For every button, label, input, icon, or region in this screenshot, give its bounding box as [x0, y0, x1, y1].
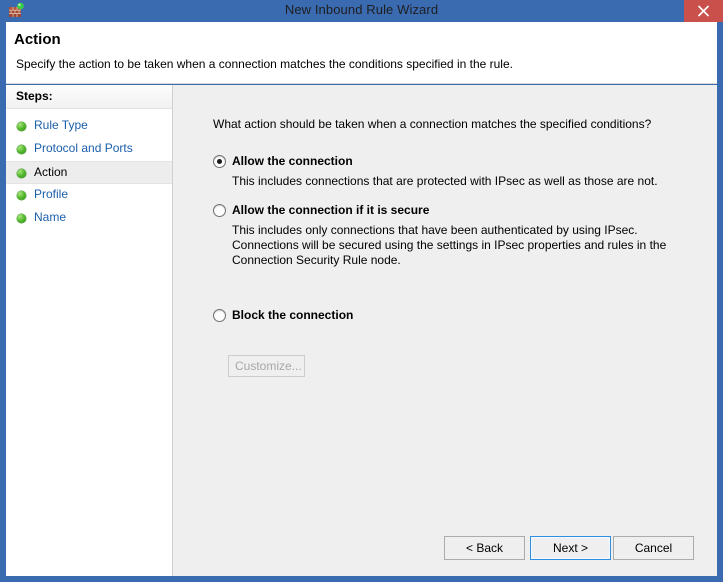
sidebar-item-label: Name: [34, 210, 67, 224]
page-header: Action Specify the action to be taken wh…: [6, 22, 717, 84]
radio-selected-dot: [217, 159, 222, 164]
wizard-window: New Inbound Rule Wizard Action Specify t…: [0, 0, 723, 582]
customize-button[interactable]: Customize...: [228, 355, 305, 377]
step-bullet-icon: [17, 169, 26, 178]
action-question: What action should be taken when a conne…: [213, 117, 652, 131]
title-bar: New Inbound Rule Wizard: [0, 0, 723, 22]
steps-sidebar: Steps: Rule Type Protocol and Ports Acti…: [6, 85, 173, 576]
sidebar-item-profile[interactable]: Profile: [6, 184, 172, 207]
wizard-body: Steps: Rule Type Protocol and Ports Acti…: [6, 85, 717, 576]
page-subtitle: Specify the action to be taken when a co…: [16, 57, 513, 71]
sidebar-item-name[interactable]: Name: [6, 207, 172, 230]
option-label-allow-the-connection-if-it-is-secure[interactable]: Allow the connection if it is secure: [232, 203, 429, 217]
option-label-allow-the-connection[interactable]: Allow the connection: [232, 154, 353, 168]
next-button[interactable]: Next >: [530, 536, 611, 560]
radio-block-the-connection[interactable]: [213, 309, 226, 322]
sidebar-item-label: Profile: [34, 187, 69, 201]
cancel-button[interactable]: Cancel: [613, 536, 694, 560]
option-description-allow-the-connection-if-it-is-secure: This includes only connections that have…: [232, 223, 667, 267]
step-bullet-icon: [17, 122, 26, 131]
sidebar-item-label: Action: [34, 165, 68, 179]
step-bullet-icon: [17, 191, 26, 200]
step-bullet-icon: [17, 145, 26, 154]
radio-allow-the-connection-if-it-is-secure[interactable]: [213, 204, 226, 217]
close-button[interactable]: [684, 0, 723, 22]
option-description-allow-the-connection: This includes connections that are prote…: [232, 174, 658, 188]
page-title: Action: [14, 31, 61, 48]
sidebar-item-label: Rule Type: [34, 118, 88, 132]
radio-allow-the-connection[interactable]: [213, 155, 226, 168]
sidebar-item-rule-type[interactable]: Rule Type: [6, 115, 172, 138]
step-bullet-icon: [17, 214, 26, 223]
window-title: New Inbound Rule Wizard: [284, 2, 439, 17]
main-panel: What action should be taken when a conne…: [174, 85, 717, 576]
steps-heading-label: Steps:: [16, 89, 53, 103]
sidebar-item-label: Protocol and Ports: [34, 141, 133, 155]
sidebar-item-protocol-and-ports[interactable]: Protocol and Ports: [6, 138, 172, 161]
sidebar-item-action[interactable]: Action: [6, 161, 172, 184]
steps-heading: Steps:: [6, 85, 172, 109]
option-label-block-the-connection[interactable]: Block the connection: [232, 308, 353, 322]
back-button[interactable]: < Back: [444, 536, 525, 560]
